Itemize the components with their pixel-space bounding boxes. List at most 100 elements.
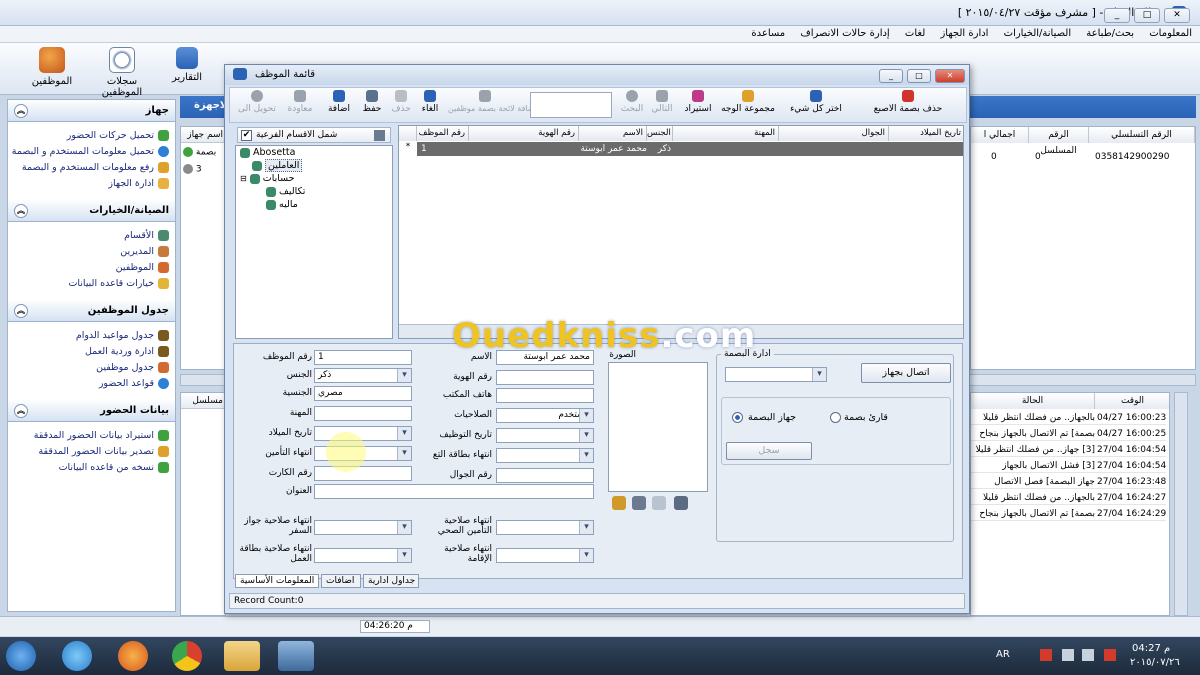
grid-header-job[interactable]: المهنة	[673, 126, 779, 141]
language-indicator[interactable]: AR	[996, 649, 1010, 660]
add-fp-employee-button[interactable]: اضافة لائحة بصمة موظفين	[448, 90, 537, 113]
v-scrollbar[interactable]	[1174, 392, 1188, 616]
health-expiry-picker[interactable]	[496, 520, 594, 535]
photo-box[interactable]	[608, 362, 708, 492]
tree-node-workers[interactable]: العاملين	[236, 159, 392, 172]
grid-header-dob[interactable]: تاريخ الميلاد	[889, 126, 963, 141]
log-row[interactable]: بصمة] تم الاتصال بالجهاز بنجاح 04/27 16:0…	[971, 427, 1166, 441]
tree-node-accounts[interactable]: ⊟ حسابات	[236, 172, 392, 185]
camera-icon[interactable]	[632, 496, 646, 510]
explorer-icon[interactable]	[224, 641, 260, 671]
mobile-field[interactable]	[496, 468, 594, 483]
nationality-field[interactable]: مصري	[314, 386, 412, 401]
dialog-maximize-button[interactable]: □	[907, 69, 931, 83]
search-box[interactable]	[530, 92, 612, 118]
dialog-minimize-button[interactable]: _	[879, 69, 903, 83]
sidebar-section-maintenance[interactable]: الصيانة/الخيارات ︽	[8, 200, 175, 222]
grid-header-name[interactable]: الاسم	[579, 126, 647, 141]
tab-basic-info[interactable]: المعلومات الأساسية	[235, 574, 319, 588]
chrome-icon[interactable]	[172, 641, 202, 671]
permissions-select[interactable]: مستخدم	[496, 408, 594, 423]
grid-header-mobile[interactable]: الجوال	[779, 126, 889, 141]
sidebar-item-upload-users[interactable]: رفع معلومات المستخدم و البصمة	[10, 160, 169, 176]
chevron-up-icon[interactable]: ︽	[14, 404, 28, 418]
device-row[interactable]: بصمة	[181, 143, 225, 162]
delete-button[interactable]: حذف	[388, 90, 414, 114]
sidebar-item-download-users[interactable]: تحميل معلومات المستخدم و البصمة	[10, 144, 169, 160]
clock-time[interactable]: 04:27 م	[1132, 643, 1170, 654]
tab-additions[interactable]: اضافات	[321, 574, 361, 588]
table-row[interactable]	[417, 142, 963, 156]
eraser-icon[interactable]	[652, 496, 666, 510]
sidebar-item-device-admin[interactable]: ادارة الجهاز	[10, 176, 169, 192]
hire-date-picker[interactable]	[496, 428, 594, 443]
menu-maintenance[interactable]: الصيانة/الخيارات	[1004, 26, 1071, 42]
menu-info[interactable]: المعلومات	[1149, 26, 1192, 42]
menu-device-admin[interactable]: ادارة الجهاز	[940, 26, 988, 42]
menu-leave-status[interactable]: إدارة حالات الانصراف	[800, 26, 889, 42]
passport-expiry-picker[interactable]	[314, 520, 412, 535]
device-row[interactable]: 3	[181, 162, 225, 177]
id-field[interactable]	[496, 370, 594, 385]
sidebar-item-shift-admin[interactable]: ادارة وردية العمل	[10, 344, 169, 360]
log-row[interactable]: بالجهاز.. من فضلك انتظر قليلا 04/27 16:00…	[971, 411, 1166, 425]
select-all-button[interactable]: اختر كل شيء	[786, 90, 846, 114]
clock-date[interactable]: ٢٠١٥/٠٧/٢٦	[1130, 657, 1180, 668]
sidebar-item-import-attendance[interactable]: استيراد بيانات الحضور المدققة	[10, 428, 169, 444]
minimize-button[interactable]: _	[1104, 8, 1130, 23]
firefox-icon[interactable]	[118, 641, 148, 671]
card-end-picker[interactable]	[496, 448, 594, 463]
grid-header-gender[interactable]: الجنس	[647, 126, 673, 141]
work-card-expiry-picker[interactable]	[314, 548, 412, 563]
network-icon[interactable]	[1082, 649, 1094, 661]
sidebar-item-backup-db[interactable]: نسخه من قاعده البيانات	[10, 460, 169, 476]
dialog-close-button[interactable]: ✕	[935, 69, 965, 83]
reports-button[interactable]: التقارير	[162, 47, 212, 83]
search-button[interactable]: البحث	[618, 90, 646, 114]
device-select[interactable]	[725, 367, 827, 382]
app-taskbar-icon[interactable]	[278, 641, 314, 671]
record-button[interactable]: سجل	[726, 442, 812, 460]
address-field[interactable]	[314, 484, 594, 499]
menu-languages[interactable]: لغات	[905, 26, 925, 42]
grid-header-id[interactable]: رقم الهوية	[469, 126, 579, 141]
employee-records-button[interactable]: سجلات الموظفين	[92, 47, 152, 98]
gender-select[interactable]: ذكر	[314, 368, 412, 383]
menu-search-print[interactable]: بحث/طباعة	[1086, 26, 1134, 42]
chevron-up-icon[interactable]: ︽	[14, 204, 28, 218]
reader-fp-radio[interactable]	[830, 412, 841, 423]
next-button[interactable]: التالي	[648, 90, 676, 114]
sidebar-item-attendance-rules[interactable]: قواعد الحضور	[10, 376, 169, 392]
emp-no-field[interactable]: 1	[314, 350, 412, 365]
sidebar-item-download-attendance[interactable]: تحميل حركات الحضور	[10, 128, 169, 144]
tray-icon[interactable]	[1040, 649, 1052, 661]
convert-button[interactable]: تحويل الى	[234, 90, 280, 114]
cancel-button[interactable]: الغاء	[416, 90, 444, 114]
sidebar-item-departments[interactable]: الأقسام	[10, 228, 169, 244]
face-group-button[interactable]: مجموعة الوجه	[720, 90, 776, 114]
sidebar-section-device[interactable]: جهاز ︽	[8, 100, 175, 122]
office-phone-field[interactable]	[496, 388, 594, 403]
ie-icon[interactable]	[62, 641, 92, 671]
menu-help[interactable]: مساعدة	[751, 26, 785, 42]
log-row[interactable]: بالجهاز.. من فضلك انتظر قليلا 27/04 16:24…	[971, 491, 1166, 505]
sidebar-section-schedule[interactable]: جدول الموظفين ︽	[8, 300, 175, 322]
employees-button[interactable]: الموظفين	[22, 47, 82, 87]
log-row[interactable]: [3] فشل الاتصال بالجهاز 27/04 16:04:54	[971, 459, 1166, 473]
sidebar-item-export-attendance[interactable]: تصدير بيانات الحضور المدققة	[10, 444, 169, 460]
open-folder-icon[interactable]	[612, 496, 626, 510]
sidebar-item-employee-schedule[interactable]: جدول موظفين	[10, 360, 169, 376]
log-row[interactable]: [3] جهاز.. من فضلك انتظر قليلا 27/04 16:0…	[971, 443, 1166, 457]
flag-icon[interactable]	[1104, 649, 1116, 661]
tree-node-costs[interactable]: تكاليف	[236, 185, 392, 198]
maximize-button[interactable]: □	[1134, 8, 1160, 23]
include-sub-checkbox[interactable]: ✔	[241, 130, 252, 141]
tab-admin-tables[interactable]: جداول ادارية	[363, 574, 419, 588]
sidebar-item-db-options[interactable]: خيارات قاعده البيانات	[10, 276, 169, 292]
sidebar-section-attendance-data[interactable]: بيانات الحضور ︽	[8, 400, 175, 422]
start-button[interactable]	[6, 641, 36, 671]
job-field[interactable]	[314, 406, 412, 421]
close-button[interactable]: ✕	[1164, 8, 1190, 23]
save-button[interactable]: حفظ	[358, 90, 386, 114]
connect-device-button[interactable]: اتصال بجهاز	[861, 363, 951, 383]
